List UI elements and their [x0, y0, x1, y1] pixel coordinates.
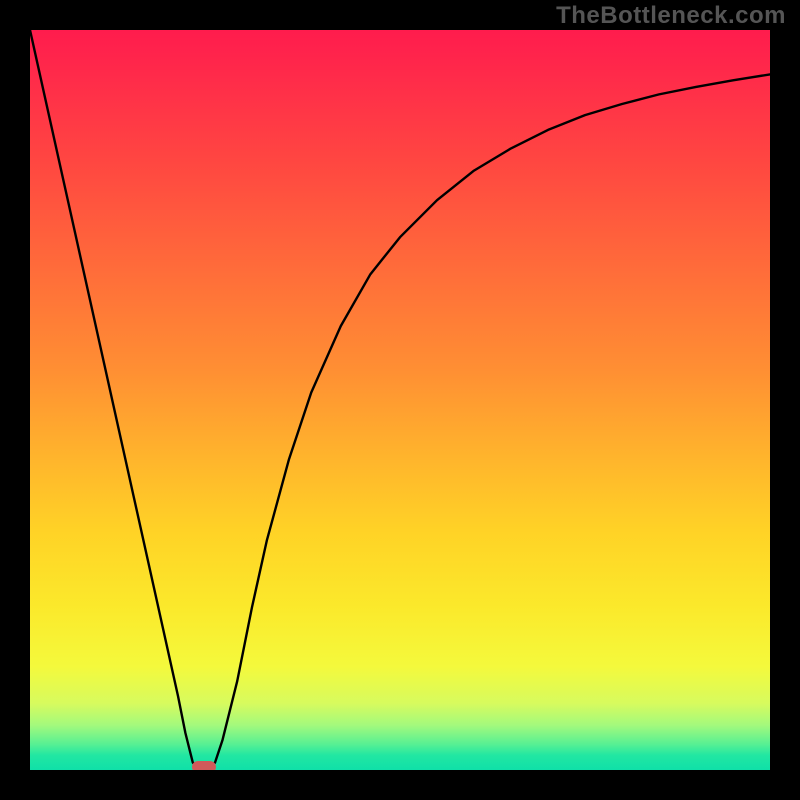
curve-path	[30, 30, 770, 770]
watermark-text: TheBottleneck.com	[556, 2, 786, 30]
min-marker	[192, 761, 216, 770]
bottleneck-curve	[30, 30, 770, 770]
chart-frame: TheBottleneck.com	[0, 0, 800, 800]
plot-area	[30, 30, 770, 770]
